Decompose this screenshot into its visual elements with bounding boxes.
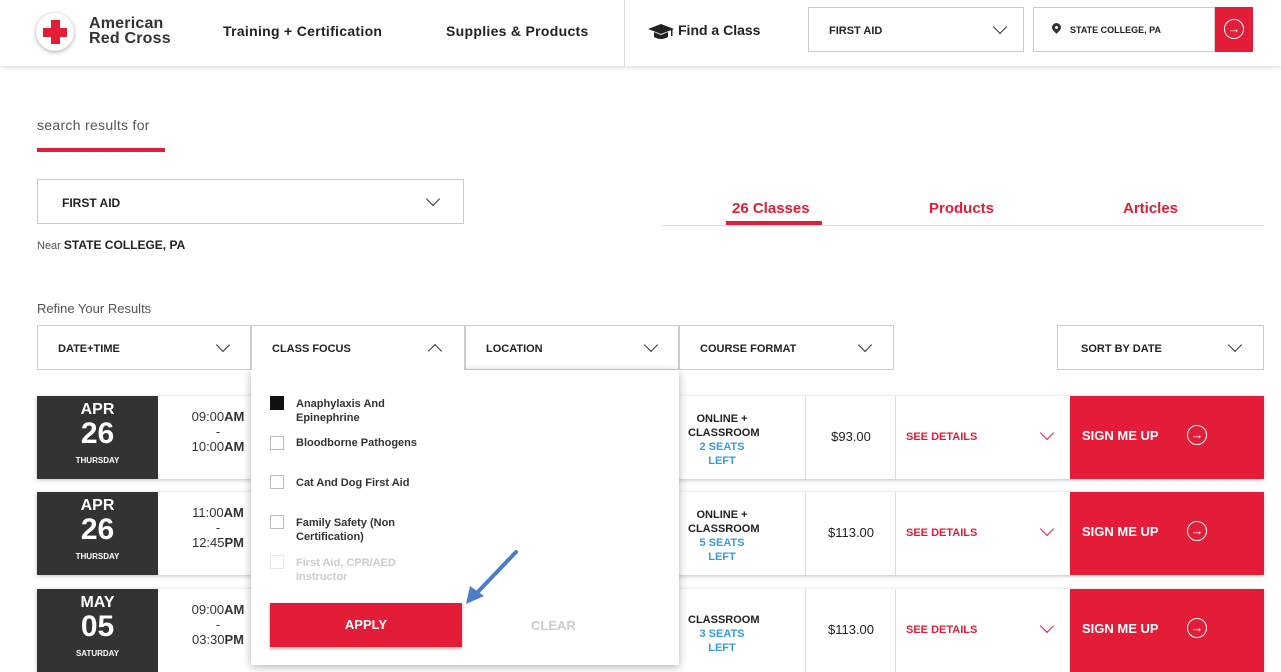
refine-title: Refine Your Results	[37, 301, 152, 316]
red-cross-logo-icon[interactable]	[36, 13, 74, 51]
option-cat-dog[interactable]: Cat And Dog First Aid	[296, 476, 436, 490]
course-select[interactable]: FIRST AID	[37, 179, 464, 224]
class-price: $93.00	[831, 429, 871, 444]
option-bloodborne[interactable]: Bloodborne Pathogens	[296, 436, 436, 450]
class-weekday: THURSDAY	[75, 552, 120, 561]
arrow-right-circle-icon: →	[1187, 425, 1207, 445]
chevron-down-icon	[857, 337, 873, 353]
sign-up-button[interactable]: SIGN ME UP →	[1070, 396, 1264, 479]
see-details-link[interactable]: SEE DETAILS	[906, 527, 977, 539]
chevron-down-icon[interactable]	[1039, 425, 1055, 441]
near-location-value: STATE COLLEGE, PA	[63, 238, 186, 252]
row-divider	[805, 396, 806, 479]
filter-course-format[interactable]: COURSE FORMAT	[679, 325, 894, 370]
class-weekday: SATURDAY	[75, 649, 120, 658]
class-focus-dropdown: Anaphylaxis And Epinephrine Bloodborne P…	[251, 370, 679, 665]
header-divider	[624, 0, 625, 66]
seats-left: 3 SEATS LEFT	[699, 628, 745, 654]
class-date: APR 26 THURSDAY	[37, 396, 158, 479]
header-course-value: FIRST AID	[829, 25, 883, 37]
map-pin-icon	[1050, 21, 1063, 34]
class-day: 26	[80, 513, 115, 546]
checkbox-first-aid-instructor	[270, 555, 284, 569]
tab-articles[interactable]: Articles	[1123, 200, 1178, 217]
filter-class-focus[interactable]: CLASS FOCUS	[251, 325, 465, 370]
option-first-aid-instructor: First Aid, CPR/AED Instructor	[296, 557, 396, 583]
tab-classes[interactable]: 26 Classes	[732, 200, 810, 217]
option-family-safety[interactable]: Family Safety (Non Certification)	[296, 516, 436, 544]
class-price: $113.00	[827, 622, 875, 637]
search-results-label: search results for	[37, 117, 150, 133]
sort-label: SORT BY DATE	[1081, 343, 1162, 355]
arrow-right-circle-icon: →	[1187, 521, 1207, 541]
checkbox-cat-dog[interactable]	[270, 475, 284, 489]
filter-date-time[interactable]: DATE+TIME	[37, 325, 251, 370]
filter-label: LOCATION	[486, 343, 543, 355]
logo-wordmark[interactable]: American Red Cross	[89, 16, 171, 47]
sort-select[interactable]: SORT BY DATE	[1057, 325, 1264, 370]
chevron-down-icon	[992, 19, 1008, 35]
sign-up-label: SIGN ME UP	[1082, 428, 1159, 443]
checkbox-anaphylaxis[interactable]	[270, 396, 284, 410]
checkbox-family-safety[interactable]	[270, 515, 284, 529]
class-day: 26	[80, 417, 115, 450]
see-details-link[interactable]: SEE DETAILS	[906, 431, 977, 443]
row-divider	[895, 492, 896, 575]
class-format: ONLINE + CLASSROOM 2 SEATS LEFT	[688, 413, 760, 467]
option-anaphylaxis[interactable]: Anaphylaxis And Epinephrine	[296, 397, 436, 425]
chevron-up-icon	[427, 343, 443, 359]
near-location: Near STATE COLLEGE, PA	[37, 238, 186, 252]
graduation-cap-icon	[648, 24, 674, 39]
row-divider	[895, 589, 896, 672]
sign-up-button[interactable]: SIGN ME UP →	[1070, 492, 1264, 575]
sign-up-label: SIGN ME UP	[1082, 524, 1159, 539]
nav-training[interactable]: Training + Certification	[223, 23, 382, 39]
site-header: American Red Cross Training + Certificat…	[0, 0, 1281, 66]
chevron-down-icon	[643, 337, 659, 353]
class-date: MAY 05 SATURDAY	[37, 589, 158, 672]
class-times: 09:00AM - 03:30PM	[191, 602, 245, 647]
header-location-value: STATE COLLEGE, PA	[1070, 25, 1162, 35]
class-day: 05	[80, 610, 115, 643]
chevron-down-icon[interactable]	[1039, 618, 1055, 634]
chevron-down-icon[interactable]	[1039, 521, 1055, 537]
arrow-right-circle-icon: →	[1224, 19, 1244, 39]
class-format: ONLINE + CLASSROOM 5 SEATS LEFT	[688, 509, 760, 563]
class-times: 11:00AM - 12:45PM	[191, 505, 245, 550]
header-course-select[interactable]: FIRST AID	[808, 7, 1024, 52]
chevron-down-icon	[425, 191, 441, 207]
filter-label: CLASS FOCUS	[272, 343, 351, 355]
chevron-down-icon	[215, 337, 231, 353]
class-date: APR 26 THURSDAY	[37, 492, 158, 575]
seats-left: 5 SEATS LEFT	[699, 537, 745, 563]
filter-label: DATE+TIME	[58, 343, 120, 355]
search-label-underline	[37, 148, 165, 152]
header-search-button[interactable]: →	[1215, 7, 1253, 52]
row-divider	[895, 396, 896, 479]
sign-up-button[interactable]: SIGN ME UP →	[1070, 589, 1264, 672]
tab-products[interactable]: Products	[929, 200, 994, 217]
nav-supplies[interactable]: Supplies & Products	[446, 23, 589, 39]
sign-up-label: SIGN ME UP	[1082, 621, 1159, 636]
row-divider	[805, 492, 806, 575]
class-format: CLASSROOM 3 SEATS LEFT	[688, 614, 760, 654]
seats-left: 2 SEATS LEFT	[699, 441, 745, 467]
course-select-value: FIRST AID	[62, 196, 121, 210]
see-details-link[interactable]: SEE DETAILS	[906, 624, 977, 636]
checkbox-bloodborne[interactable]	[270, 436, 284, 450]
filter-location[interactable]: LOCATION	[465, 325, 679, 370]
apply-button[interactable]: APPLY	[270, 603, 462, 647]
class-price: $113.00	[827, 525, 875, 540]
header-location-input[interactable]: STATE COLLEGE, PA	[1033, 7, 1215, 52]
tabs-divider	[662, 225, 1264, 226]
filter-label: COURSE FORMAT	[700, 343, 797, 355]
row-divider	[805, 589, 806, 672]
class-times: 09:00AM - 10:00AM	[191, 409, 245, 454]
clear-button[interactable]: CLEAR	[531, 618, 576, 633]
chevron-down-icon	[1227, 337, 1243, 353]
class-weekday: THURSDAY	[75, 456, 120, 465]
arrow-right-circle-icon: →	[1187, 618, 1207, 638]
find-a-class-label[interactable]: Find a Class	[678, 22, 760, 38]
